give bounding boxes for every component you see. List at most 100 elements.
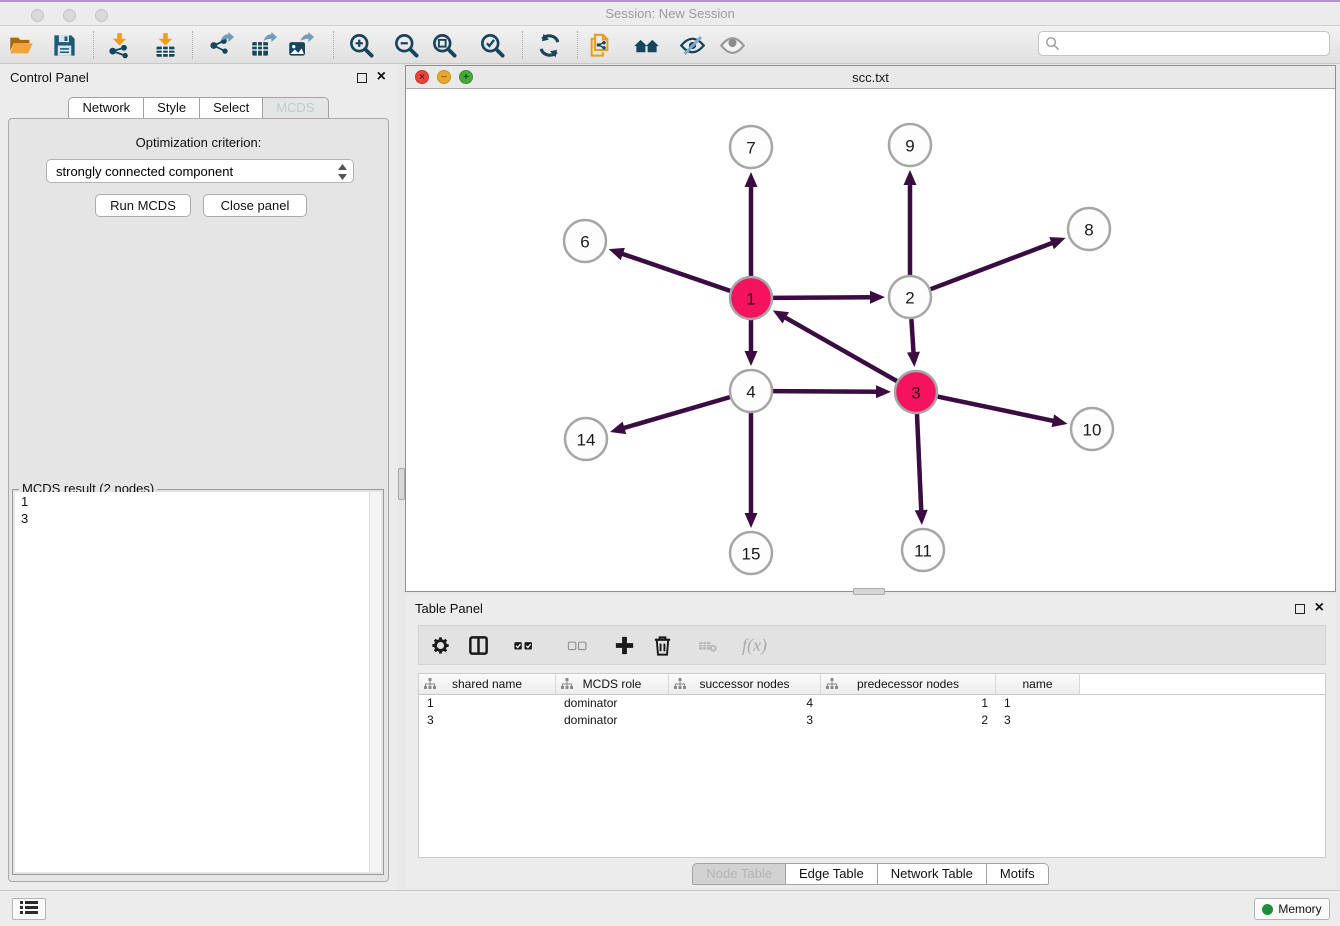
mcds-result-text[interactable]: 1 3 <box>15 492 381 872</box>
table-settings-button[interactable] <box>428 632 452 658</box>
vertical-splitter-grip[interactable] <box>398 468 405 500</box>
export-image-button[interactable] <box>286 30 316 60</box>
select-all-button[interactable] <box>504 632 544 658</box>
show-panels-button[interactable] <box>12 898 46 920</box>
column-header-predecessor-nodes[interactable]: predecessor nodes <box>821 674 996 694</box>
tab-network[interactable]: Network <box>68 97 144 119</box>
graph-edge-1-6[interactable] <box>621 253 730 291</box>
graph-node-label: 7 <box>746 139 755 158</box>
tab-style[interactable]: Style <box>144 97 200 119</box>
graph-edge-4-3[interactable] <box>773 391 878 392</box>
tree-icon <box>561 678 573 690</box>
window-title: Session: New Session <box>0 6 1340 21</box>
result-scrollbar[interactable] <box>369 492 381 872</box>
table-row[interactable]: 3 dominator 3 2 3 <box>419 712 1325 729</box>
cell-name[interactable]: 3 <box>996 712 1080 729</box>
table-tabs: Node Table Edge Table Network Table Moti… <box>405 863 1336 885</box>
show-all-button[interactable] <box>718 30 748 60</box>
graph-edge-arrowhead <box>915 510 928 525</box>
cell-predecessor-nodes[interactable]: 2 <box>821 712 996 729</box>
graph-edge-1-2[interactable] <box>773 297 872 298</box>
search-icon <box>1045 36 1060 51</box>
network-view-window: × − + scc.txt 7968124314101511 <box>405 65 1336 592</box>
close-table-panel-icon[interactable]: × <box>1315 599 1324 617</box>
tab-mcds[interactable]: MCDS <box>263 97 328 119</box>
delete-column-button[interactable] <box>650 632 674 658</box>
tree-icon <box>826 678 838 690</box>
graph-node-label: 10 <box>1083 421 1102 440</box>
hide-selected-button[interactable] <box>678 30 708 60</box>
graph-edge-3-10[interactable] <box>938 397 1055 422</box>
graph-edge-3-11[interactable] <box>917 414 921 512</box>
graph-edge-3-1[interactable] <box>784 317 897 381</box>
graph-edge-arrowhead <box>870 291 885 304</box>
tab-node-table[interactable]: Node Table <box>692 863 786 885</box>
refresh-view-button[interactable] <box>535 30 565 60</box>
tab-network-table[interactable]: Network Table <box>878 863 987 885</box>
column-header-mcds-role[interactable]: MCDS role <box>556 674 669 694</box>
memory-button[interactable]: Memory <box>1254 898 1330 920</box>
tab-motifs[interactable]: Motifs <box>987 863 1049 885</box>
graph-edge-4-14[interactable] <box>622 397 729 428</box>
graph-edge-arrowhead <box>876 385 891 398</box>
window-titlebar: Session: New Session <box>0 0 1340 26</box>
cell-shared-name[interactable]: 1 <box>419 695 556 712</box>
horizontal-splitter-grip[interactable] <box>853 588 885 595</box>
export-table-button[interactable] <box>249 30 279 60</box>
zoom-selected-button[interactable] <box>478 30 508 60</box>
function-builder-button[interactable]: f(x) <box>742 635 767 656</box>
memory-label: Memory <box>1278 902 1321 916</box>
network-canvas[interactable]: 7968124314101511 <box>406 89 1335 591</box>
import-network-icon <box>106 32 133 59</box>
cell-successor-nodes[interactable]: 4 <box>669 695 821 712</box>
cell-mcds-role[interactable]: dominator <box>556 712 669 729</box>
close-panel-icon[interactable]: × <box>377 68 386 86</box>
import-network-button[interactable] <box>105 30 135 60</box>
new-network-from-selection-button[interactable] <box>585 30 615 60</box>
deselect-all-button[interactable] <box>558 632 598 658</box>
cell-shared-name[interactable]: 3 <box>419 712 556 729</box>
optimization-criterion-select[interactable]: strongly connected component <box>46 159 354 183</box>
tab-select[interactable]: Select <box>200 97 263 119</box>
save-session-button[interactable] <box>50 30 80 60</box>
cell-predecessor-nodes[interactable]: 1 <box>821 695 996 712</box>
search-field[interactable] <box>1038 31 1330 56</box>
column-header-name[interactable]: name <box>996 674 1080 694</box>
close-panel-button[interactable]: Close panel <box>203 194 307 217</box>
graph-edge-2-3[interactable] <box>911 319 913 354</box>
run-mcds-button[interactable]: Run MCDS <box>95 194 191 217</box>
table-row[interactable]: 1 dominator 4 1 1 <box>419 695 1325 712</box>
delete-table-button[interactable] <box>688 632 728 658</box>
cell-mcds-role[interactable]: dominator <box>556 695 669 712</box>
graph-edge-2-8[interactable] <box>931 242 1054 289</box>
cell-name[interactable]: 1 <box>996 695 1080 712</box>
float-panel-icon[interactable] <box>357 73 367 83</box>
delete-table-icon <box>697 634 720 657</box>
zoom-out-button[interactable] <box>392 30 422 60</box>
add-column-button[interactable] <box>612 632 636 658</box>
save-floppy-icon <box>51 32 78 59</box>
export-network-button[interactable] <box>206 30 236 60</box>
import-table-button[interactable] <box>151 30 181 60</box>
zoom-fit-button[interactable] <box>430 30 460 60</box>
control-panel: Control Panel × Network Style Select MCD… <box>0 64 397 890</box>
new-network-from-selection-icon <box>586 32 613 59</box>
float-table-panel-icon[interactable] <box>1295 604 1305 614</box>
tab-edge-table[interactable]: Edge Table <box>786 863 878 885</box>
split-view-button[interactable] <box>466 632 490 658</box>
select-stepper-icon <box>337 163 348 184</box>
toolbar-separator <box>577 31 578 59</box>
search-input[interactable] <box>1060 34 1329 54</box>
list-icon <box>19 900 39 915</box>
cell-successor-nodes[interactable]: 3 <box>669 712 821 729</box>
column-header-shared-name[interactable]: shared name <box>419 674 556 694</box>
zoom-in-button[interactable] <box>347 30 377 60</box>
mcds-tab-content: Optimization criterion: strongly connect… <box>8 118 389 882</box>
network-window-titlebar[interactable]: × − + scc.txt <box>406 66 1335 89</box>
export-image-icon <box>287 32 314 59</box>
graph-node-label: 6 <box>580 233 589 252</box>
graph-edge-arrowhead <box>907 352 920 367</box>
column-header-successor-nodes[interactable]: successor nodes <box>669 674 821 694</box>
open-session-button[interactable] <box>7 30 37 60</box>
first-neighbors-button[interactable] <box>632 30 662 60</box>
